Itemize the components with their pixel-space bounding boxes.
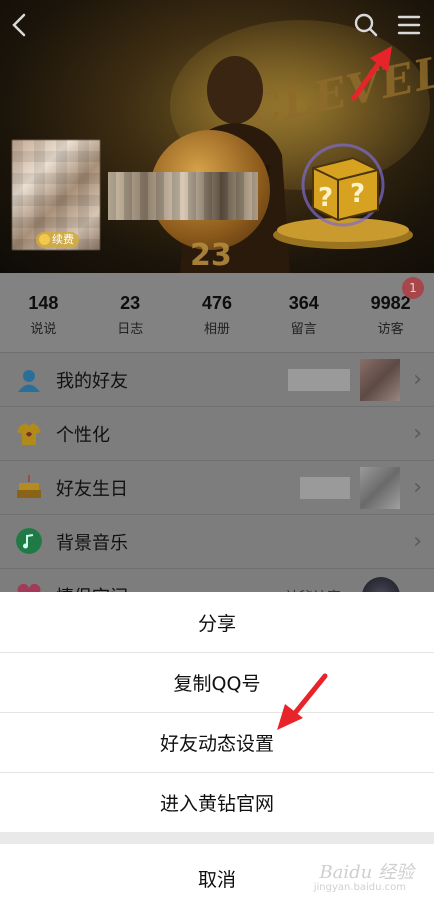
stat-value: 476 bbox=[201, 293, 233, 313]
chevron-right-icon: › bbox=[413, 528, 422, 554]
svg-text:?: ? bbox=[350, 179, 365, 209]
mosaic-block bbox=[300, 477, 350, 499]
stat-label: 说说 bbox=[30, 322, 57, 337]
baidu-watermark-url: jingyan.baidu.com bbox=[313, 882, 406, 893]
row-label: 我的好友 bbox=[56, 370, 128, 392]
row-personalize[interactable]: 个性化 › bbox=[0, 406, 434, 460]
menu-button[interactable] bbox=[394, 10, 424, 40]
stat-album[interactable]: 476 相册 bbox=[174, 273, 261, 352]
cover-banner: CLEVELAND 23 续费 ? ? bbox=[0, 0, 434, 273]
stat-label: 日志 bbox=[117, 322, 144, 337]
friends-icon bbox=[18, 370, 40, 392]
jersey-number: 23 bbox=[190, 238, 232, 273]
row-my-friends[interactable]: 我的好友 › bbox=[0, 352, 434, 406]
notification-badge: 1 bbox=[401, 277, 424, 299]
stat-visitors[interactable]: 9982 访客 1 bbox=[347, 273, 434, 352]
stat-label: 留言 bbox=[290, 322, 317, 337]
crown-icon bbox=[39, 234, 50, 245]
tshirt-icon bbox=[17, 423, 41, 445]
share-button[interactable]: 分享 bbox=[0, 592, 434, 653]
row-background-music[interactable]: 背景音乐 › bbox=[0, 514, 434, 568]
svg-text:?: ? bbox=[318, 183, 333, 213]
vip-renew-badge[interactable]: 续费 bbox=[36, 232, 79, 248]
sheet-divider bbox=[0, 832, 434, 844]
chevron-right-icon: › bbox=[413, 420, 422, 446]
red-arrow-annotation bbox=[351, 46, 392, 101]
question-box-decoration[interactable]: ? ? bbox=[268, 140, 418, 260]
friend-feed-settings-button[interactable]: 好友动态设置 bbox=[0, 712, 434, 773]
row-label: 个性化 bbox=[56, 424, 110, 446]
row-label: 背景音乐 bbox=[56, 532, 128, 554]
red-arrow-annotation bbox=[277, 673, 328, 730]
search-icon bbox=[354, 13, 378, 37]
baidu-watermark: Baidu 经验 bbox=[319, 862, 414, 883]
stat-messages[interactable]: 364 留言 bbox=[260, 273, 347, 352]
chevron-right-icon: › bbox=[413, 474, 422, 500]
chevron-left-icon bbox=[12, 13, 26, 37]
menu-list: 我的好友 › 个性化 › 好友生日 › 背景音乐 › bbox=[0, 352, 434, 615]
hamburger-menu-icon bbox=[397, 15, 421, 35]
back-button[interactable] bbox=[4, 10, 34, 40]
yellow-diamond-site-button[interactable]: 进入黄钻官网 bbox=[0, 772, 434, 833]
row-label: 好友生日 bbox=[56, 478, 128, 500]
vip-badge-label: 续费 bbox=[52, 233, 74, 246]
cake-icon bbox=[17, 475, 41, 498]
nickname-mosaic-grid bbox=[108, 172, 258, 220]
chevron-right-icon: › bbox=[413, 366, 422, 392]
copy-qq-button[interactable]: 复制QQ号 bbox=[0, 652, 434, 713]
stat-value: 23 bbox=[120, 293, 141, 313]
search-button[interactable] bbox=[351, 10, 381, 40]
stat-value: 148 bbox=[28, 293, 59, 313]
friend-avatar-mosaic bbox=[360, 467, 400, 509]
stats-bar: 148 说说 23 日志 476 相册 364 留言 9982 访客 1 bbox=[0, 273, 434, 352]
stat-value: 364 bbox=[288, 293, 319, 313]
music-icon bbox=[16, 528, 42, 554]
stat-blog[interactable]: 23 日志 bbox=[87, 273, 174, 352]
friend-avatar-mosaic bbox=[360, 359, 400, 401]
stat-shuoshuo[interactable]: 148 说说 bbox=[0, 273, 87, 352]
stat-label: 访客 bbox=[377, 322, 404, 337]
stat-label: 相册 bbox=[203, 322, 230, 337]
stat-value: 9982 bbox=[370, 293, 411, 313]
mosaic-block bbox=[288, 369, 350, 391]
screen: CLEVELAND 23 续费 ? ? 148 说说 23 日志 476 相册 … bbox=[0, 0, 434, 908]
row-friend-birthday[interactable]: 好友生日 › bbox=[0, 460, 434, 514]
